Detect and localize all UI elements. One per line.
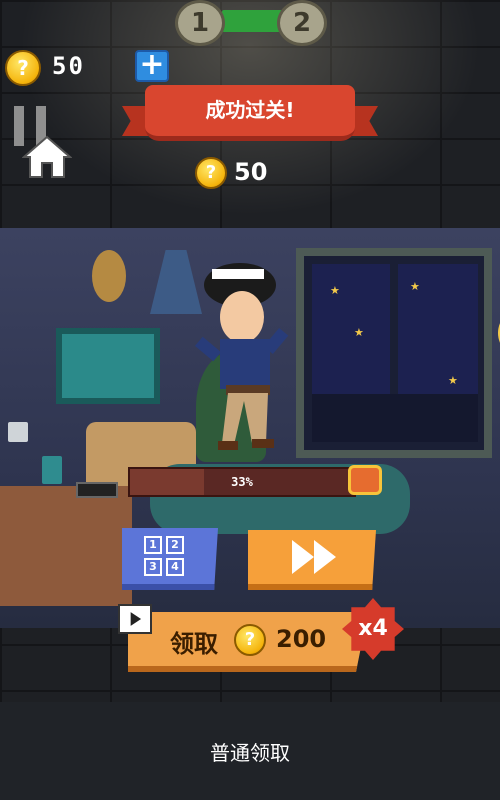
plus-icon: + xyxy=(139,47,165,82)
unlock-progress-bar: 33% xyxy=(128,467,356,497)
video-ad-icon xyxy=(118,604,152,634)
choose-level-button[interactable]: 1 2 3 4 xyxy=(122,528,218,590)
coin-icon: ? xyxy=(5,50,41,86)
treasure-chest-icon[interactable] xyxy=(348,465,382,495)
fast-forward-icon xyxy=(292,540,336,574)
wall-outlet xyxy=(8,422,28,442)
star-icon: ★ xyxy=(410,280,420,293)
nightstand xyxy=(0,486,132,606)
reward-amount: 50 xyxy=(234,158,268,186)
coin-icon: ? xyxy=(195,157,227,189)
dancing-character xyxy=(194,263,289,450)
level-complete-banner: 成功过关! xyxy=(145,85,355,141)
coin-icon: ? xyxy=(234,624,266,656)
wall-picture xyxy=(56,328,160,404)
coin-count: 50 xyxy=(52,52,85,80)
mug xyxy=(42,456,62,484)
level-node-next: 2 xyxy=(277,0,327,46)
home-icon[interactable] xyxy=(22,135,72,179)
phone xyxy=(76,482,118,498)
claim-amount: 200 xyxy=(276,625,327,653)
level-progress-bar xyxy=(222,10,282,32)
level-grid-cell: 3 xyxy=(144,558,162,576)
next-level-button[interactable] xyxy=(248,530,376,590)
level-grid-cell: 2 xyxy=(166,536,184,554)
level-grid-cell: 1 xyxy=(144,536,162,554)
level-grid-cell: 4 xyxy=(166,558,184,576)
city-skyline xyxy=(312,394,478,442)
night-window: ★ ★ ★ ★ xyxy=(296,248,492,458)
claim-label: 领取 xyxy=(170,630,218,658)
star-icon: ★ xyxy=(330,284,340,297)
wall-lamp-base xyxy=(92,250,126,302)
normal-claim-button[interactable]: 普通领取 xyxy=(150,735,350,771)
star-icon: ★ xyxy=(448,374,458,387)
add-coins-button[interactable]: + xyxy=(135,50,169,82)
claim-reward-button[interactable]: 领取 ? 200 xyxy=(128,612,368,672)
level-node-current: 1 xyxy=(175,0,225,46)
progress-label: 33% xyxy=(231,475,253,489)
star-icon: ★ xyxy=(354,326,364,339)
